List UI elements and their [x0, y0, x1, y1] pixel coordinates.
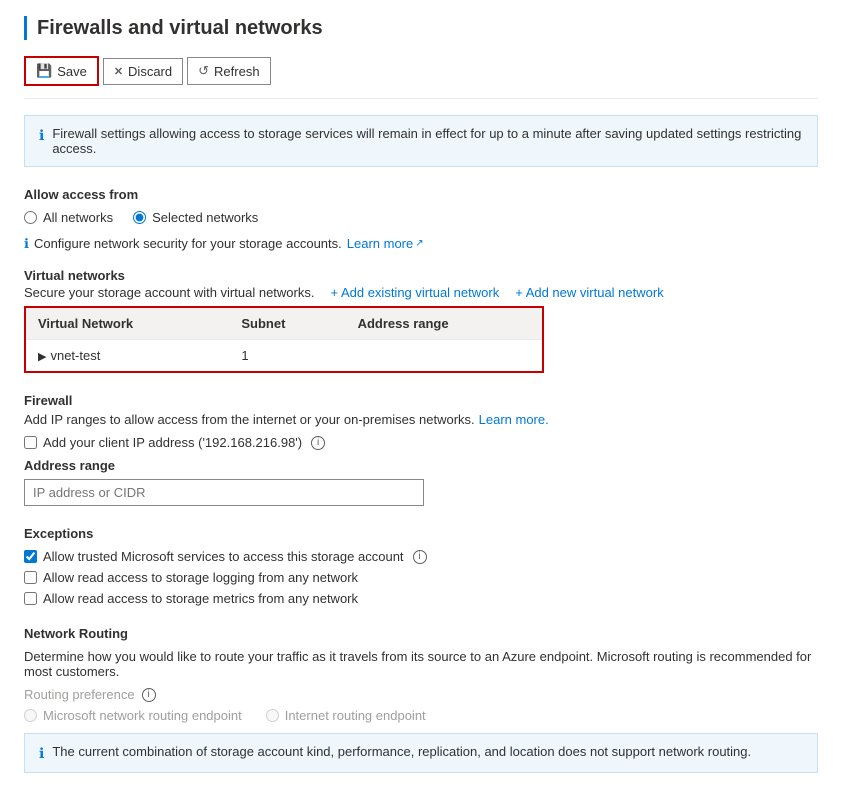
routing-pref-info-icon: i	[142, 688, 156, 702]
exception-label-1: Allow read access to storage logging fro…	[43, 570, 358, 585]
firewall-desc-text: Add IP ranges to allow access from the i…	[24, 412, 475, 427]
firewall-description: Add IP ranges to allow access from the i…	[24, 412, 818, 427]
save-label: Save	[57, 64, 87, 79]
save-icon: 💾	[36, 63, 52, 79]
title-bar-accent	[24, 16, 27, 40]
network-routing-title: Network Routing	[24, 626, 818, 641]
exception-checkbox-2[interactable]	[24, 592, 37, 605]
vnet-table-header: Virtual Network Subnet Address range	[26, 308, 542, 340]
network-routing-section: Network Routing Determine how you would …	[24, 626, 818, 773]
exception-item-0: Allow trusted Microsoft services to acce…	[24, 549, 818, 564]
client-ip-label: Add your client IP address ('192.168.216…	[43, 435, 302, 450]
add-existing-vnet-link[interactable]: + Add existing virtual network	[330, 285, 499, 300]
info-icon: ℹ	[39, 127, 44, 144]
firewall-section: Firewall Add IP ranges to allow access f…	[24, 393, 818, 506]
col-virtual-network: Virtual Network	[26, 308, 229, 340]
client-ip-info-icon: i	[311, 436, 325, 450]
allow-access-section: Allow access from All networks Selected …	[24, 187, 818, 252]
exceptions-list: Allow trusted Microsoft services to acce…	[24, 549, 818, 606]
refresh-icon: ↺	[198, 63, 209, 79]
allow-access-label: Allow access from	[24, 187, 818, 202]
firewall-title: Firewall	[24, 393, 818, 408]
address-range-label: Address range	[24, 458, 818, 473]
firewall-learn-more-label: Learn more.	[479, 412, 549, 427]
vnet-table-container: Virtual Network Subnet Address range ▶vn…	[24, 306, 544, 373]
all-networks-label: All networks	[43, 210, 113, 225]
exception-label-0: Allow trusted Microsoft services to acce…	[43, 549, 404, 564]
info-banner: ℹ Firewall settings allowing access to s…	[24, 115, 818, 167]
routing-warning-icon: ℹ	[39, 745, 44, 762]
save-button[interactable]: 💾 Save	[24, 56, 99, 86]
col-subnet: Subnet	[229, 308, 345, 340]
vnet-title: Virtual networks	[24, 268, 818, 283]
configure-line: ℹ Configure network security for your st…	[24, 235, 818, 252]
access-radio-group: All networks Selected networks	[24, 210, 818, 225]
microsoft-routing-radio[interactable]	[24, 709, 37, 722]
configure-learn-more[interactable]: Learn more ↗	[347, 236, 424, 251]
exceptions-section: Exceptions Allow trusted Microsoft servi…	[24, 526, 818, 606]
selected-networks-label: Selected networks	[152, 210, 258, 225]
exception-item-1: Allow read access to storage logging fro…	[24, 570, 818, 585]
routing-pref-text: Routing preference	[24, 687, 135, 702]
vnet-desc-text: Secure your storage account with virtual…	[24, 285, 314, 300]
address-range-input[interactable]	[24, 479, 424, 506]
discard-label: Discard	[128, 64, 172, 79]
vnet-table: Virtual Network Subnet Address range ▶vn…	[26, 308, 542, 371]
vnet-row-subnet: 1	[229, 340, 345, 372]
firewall-learn-more[interactable]: Learn more.	[479, 412, 549, 427]
exception-checkbox-1[interactable]	[24, 571, 37, 584]
refresh-button[interactable]: ↺ Refresh	[187, 57, 270, 85]
external-link-icon: ↗	[415, 238, 423, 249]
configure-text: Configure network security for your stor…	[34, 236, 342, 251]
vnet-row-name: ▶vnet-test	[26, 340, 229, 372]
refresh-label: Refresh	[214, 64, 260, 79]
all-networks-radio[interactable]	[24, 211, 37, 224]
client-ip-checkbox[interactable]	[24, 436, 37, 449]
configure-info-icon: ℹ	[24, 236, 29, 252]
add-new-label: + Add new virtual network	[515, 285, 664, 300]
page-title-text: Firewalls and virtual networks	[37, 17, 323, 40]
expand-icon[interactable]: ▶	[38, 351, 46, 363]
exceptions-title: Exceptions	[24, 526, 818, 541]
routing-preference-label: Routing preference i	[24, 687, 818, 702]
all-networks-option[interactable]: All networks	[24, 210, 113, 225]
page-title: Firewalls and virtual networks	[24, 16, 818, 40]
exception-checkbox-0[interactable]	[24, 550, 37, 563]
learn-more-label: Learn more	[347, 236, 413, 251]
vnet-description-row: Secure your storage account with virtual…	[24, 285, 818, 300]
selected-networks-option[interactable]: Selected networks	[133, 210, 258, 225]
selected-networks-radio[interactable]	[133, 211, 146, 224]
exception-item-2: Allow read access to storage metrics fro…	[24, 591, 818, 606]
virtual-networks-section: Virtual networks Secure your storage acc…	[24, 268, 818, 373]
discard-button[interactable]: ✕ Discard	[103, 58, 183, 85]
info-banner-text: Firewall settings allowing access to sto…	[52, 126, 803, 156]
exception-info-icon-0: i	[413, 550, 427, 564]
col-address-range: Address range	[346, 308, 542, 340]
network-routing-desc: Determine how you would like to route yo…	[24, 649, 818, 679]
add-new-vnet-link[interactable]: + Add new virtual network	[515, 285, 664, 300]
table-row: ▶vnet-test 1	[26, 340, 542, 372]
internet-routing-radio[interactable]	[266, 709, 279, 722]
discard-icon: ✕	[114, 65, 123, 78]
client-ip-checkbox-item: Add your client IP address ('192.168.216…	[24, 435, 818, 450]
toolbar: 💾 Save ✕ Discard ↺ Refresh	[24, 56, 818, 99]
add-existing-label: + Add existing virtual network	[330, 285, 499, 300]
vnet-row-address-range	[346, 340, 542, 372]
exception-label-2: Allow read access to storage metrics fro…	[43, 591, 358, 606]
routing-warning-banner: ℹ The current combination of storage acc…	[24, 733, 818, 773]
routing-warning-text: The current combination of storage accou…	[52, 744, 751, 759]
